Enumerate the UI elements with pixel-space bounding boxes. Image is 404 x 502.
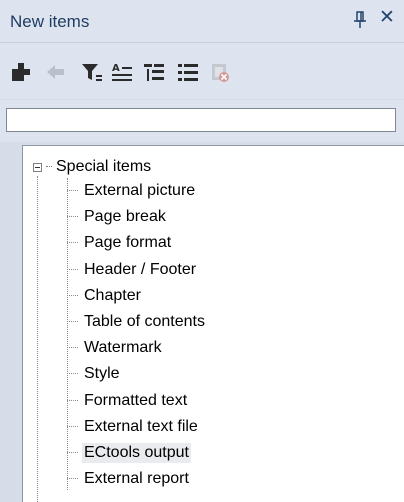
- tree-connector: [67, 242, 78, 244]
- tree-connector: [67, 373, 78, 375]
- sort-az-icon: A: [112, 63, 132, 81]
- tree-connector: [67, 268, 78, 271]
- tree-item-label: Page break: [84, 208, 166, 226]
- tree-connector: [67, 347, 78, 349]
- tree-item[interactable]: Chapter: [67, 285, 143, 307]
- close-icon[interactable]: ✕: [376, 7, 398, 29]
- tree-item-label: Header / Footer: [84, 260, 197, 278]
- toolbar: A: [0, 43, 404, 99]
- tree-connector: [67, 399, 78, 402]
- items-tree: Special items External picture Page break…: [22, 145, 404, 502]
- tree-item[interactable]: External text file: [67, 416, 200, 438]
- tree-item-label: External text file: [84, 417, 198, 435]
- tree-item-label: Watermark: [84, 339, 162, 357]
- tree-connector: [67, 190, 78, 192]
- tree-icon: [144, 64, 164, 81]
- plus-icon: [12, 63, 30, 81]
- list-icon: [178, 64, 198, 81]
- delete-button[interactable]: [208, 61, 232, 83]
- panel-titlebar: New items ✕: [0, 0, 404, 43]
- panel-title: New items: [10, 12, 90, 31]
- tree-item[interactable]: Page break: [67, 206, 168, 228]
- tree-connector: [67, 294, 78, 297]
- tree-item[interactable]: Table of contents: [67, 311, 207, 333]
- tree-item[interactable]: Header / Footer: [67, 259, 198, 281]
- tree-root-label: Special items: [56, 158, 152, 175]
- tree-view-button[interactable]: [142, 61, 166, 83]
- tree-item-label: Table of contents: [84, 313, 205, 330]
- search-input[interactable]: [6, 108, 396, 132]
- tree-item-label: Formatted text: [84, 391, 188, 409]
- pin-icon[interactable]: [352, 10, 368, 30]
- delete-icon: [212, 64, 229, 82]
- collapse-icon[interactable]: [33, 162, 42, 172]
- back-button[interactable]: [44, 61, 68, 83]
- tree-item[interactable]: External picture: [67, 180, 197, 202]
- tree-item[interactable]: External report: [67, 468, 191, 490]
- tree-connector: [67, 321, 78, 323]
- filter-icon: [82, 64, 102, 81]
- tree-connector: [67, 216, 78, 218]
- tree-item-label: External report: [84, 470, 189, 488]
- arrow-left-icon: [47, 65, 64, 79]
- tree-item-label: External picture: [84, 182, 196, 199]
- search-bar: [0, 100, 404, 142]
- add-item-button[interactable]: [10, 61, 34, 83]
- list-view-button[interactable]: [176, 61, 200, 83]
- tree-item[interactable]: ECtools output: [67, 442, 191, 464]
- tree-connector: [67, 478, 78, 480]
- tree-item-label: Chapter: [84, 286, 141, 304]
- tree-connector: [67, 452, 78, 454]
- tree-item[interactable]: Watermark: [67, 337, 164, 359]
- tree-item[interactable]: Formatted text: [67, 390, 189, 412]
- tree-item-label: Page format: [84, 234, 172, 252]
- new-items-panel: New items ✕ A Special items External pic…: [0, 0, 404, 502]
- tree-root-special-items[interactable]: Special items: [33, 157, 151, 177]
- tree-connector: [67, 425, 78, 428]
- tree-line: [37, 176, 39, 502]
- tree-item-label: ECtools output: [82, 443, 191, 463]
- tree-item-label: Style: [84, 365, 120, 383]
- tree-connector: [46, 166, 52, 168]
- svg-text:A: A: [112, 63, 120, 74]
- filter-button[interactable]: [80, 61, 104, 83]
- tree-item[interactable]: Style: [67, 363, 122, 385]
- sort-button[interactable]: A: [110, 61, 134, 83]
- tree-item[interactable]: Page format: [67, 232, 173, 254]
